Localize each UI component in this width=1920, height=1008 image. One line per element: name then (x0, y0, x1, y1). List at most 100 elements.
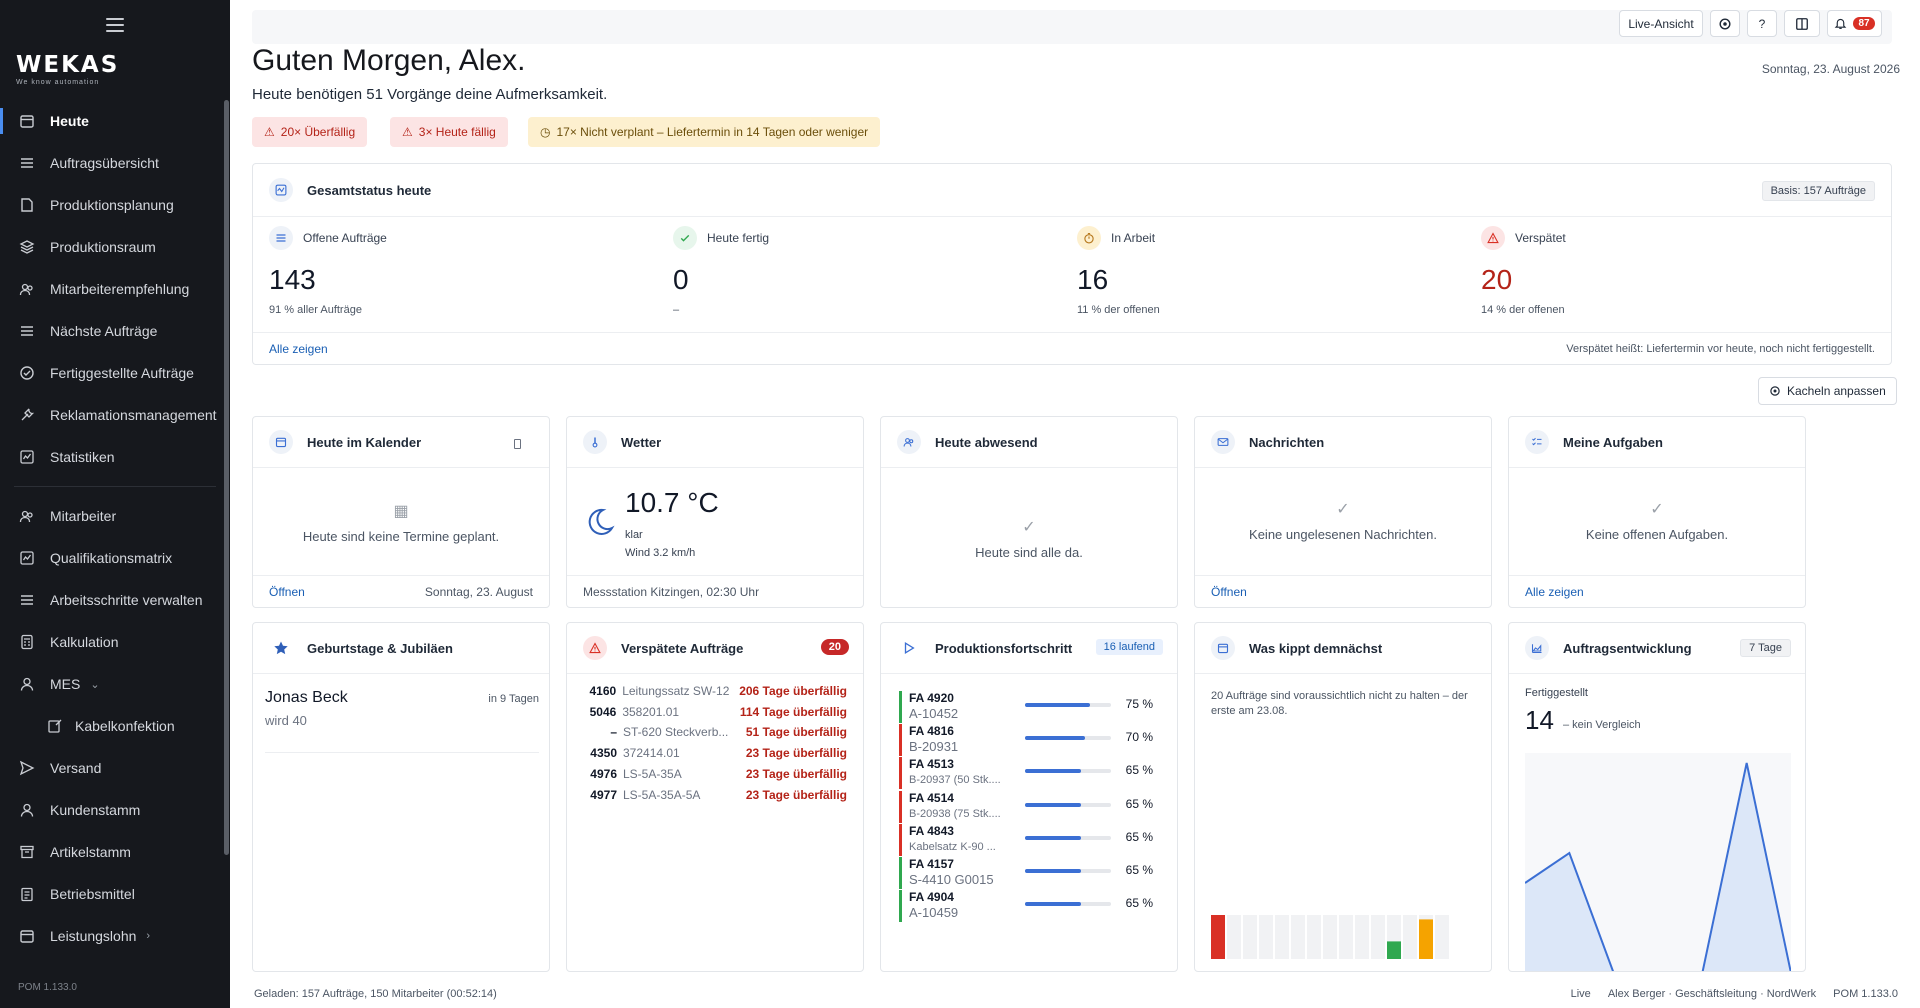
customize-tiles-button[interactable]: Kacheln anpassen (1758, 377, 1897, 405)
sidebar-item-label: Qualifikationsmatrix (50, 550, 173, 566)
article-number: Kabelsatz K-90 ... (909, 840, 996, 853)
trend-area-chart (1525, 753, 1791, 971)
panel-toggle-button[interactable] (1784, 10, 1820, 37)
sidebar-item-produktionsraum[interactable]: Produktionsraum (0, 226, 230, 268)
kpi-open-orders[interactable]: Offene Aufträge 143 91 % aller Aufträge (269, 226, 669, 316)
progress-bar (1025, 902, 1111, 907)
risk-bar-bg (1307, 915, 1321, 959)
sidebar-item-arbeitsschritte-verwalten[interactable]: Arbeitsschritte verwalten (0, 579, 230, 621)
list-item[interactable]: FA 4514 B-20938 (75 Stk.... 65 % (899, 789, 1163, 825)
table-row[interactable]: 4350 372414.01 23 Tage überfällig (585, 743, 847, 763)
progress-tile: Produktionsfortschritt 16 laufend FA 492… (880, 622, 1178, 972)
sidebar-item-kabelkonfektion[interactable]: Kabelkonfektion (0, 705, 230, 747)
notifications-button[interactable]: 87 (1827, 10, 1882, 37)
sidebar-item-kalkulation[interactable]: Kalkulation (0, 621, 230, 663)
sidebar-item-heute[interactable]: Heute (0, 100, 230, 142)
sidebar-item-mitarbeiter[interactable]: Mitarbeiter (0, 495, 230, 537)
play-icon (897, 636, 921, 660)
article-number: B-20938 (75 Stk.... (909, 807, 1001, 820)
progress-percent: 65 % (1125, 796, 1153, 811)
area-chart-icon (1525, 636, 1549, 660)
table-row[interactable]: 5046 358201.01 114 Tage überfällig (585, 702, 847, 722)
mobile-icon[interactable] (514, 439, 521, 449)
overdue-chip[interactable]: ⚠ 20× Überfällig (252, 117, 368, 147)
status-indicator (899, 757, 902, 790)
tasks-show-all-link[interactable]: Alle zeigen (1525, 585, 1584, 599)
list-item[interactable]: Jonas Beck wird 40 in 9 Tagen (265, 689, 539, 753)
kpi-late[interactable]: Verspätet 20 14 % der offenen (1481, 226, 1881, 316)
risk-bar-bg (1323, 915, 1337, 959)
star-icon (269, 636, 293, 660)
order-number: FA 4816 (909, 724, 954, 739)
kpi-in-progress[interactable]: In Arbeit 16 11 % der offenen (1077, 226, 1477, 316)
settings-button[interactable] (1710, 10, 1740, 37)
risk-bar (1419, 919, 1433, 959)
sidebar-scrollbar[interactable] (224, 100, 229, 855)
calendar-tile: Heute im Kalender ▦ Heute sind keine Ter… (252, 416, 550, 608)
sidebar-item-artikelstamm[interactable]: Artikelstamm (0, 831, 230, 873)
table-row[interactable]: 4976 LS-5A-35A 23 Tage überfällig (585, 764, 847, 784)
order-number: FA 4904 (909, 890, 954, 905)
overdue-desc: Leitungssatz SW-12 (622, 684, 730, 698)
table-row[interactable]: – ST-620 Steckverb... 51 Tage überfällig (585, 722, 847, 742)
list-item[interactable]: FA 4920 A-10452 75 % (899, 689, 1163, 725)
table-row[interactable]: 4977 LS-5A-35A-5A 23 Tage überfällig (585, 785, 847, 805)
help-button[interactable]: ? (1747, 10, 1777, 37)
overdue-late: 23 Tage überfällig (745, 766, 847, 781)
overdue-count-badge: 20 (820, 639, 849, 655)
sidebar-item-reklamationsmanagement[interactable]: Reklamationsmanagement (0, 394, 230, 436)
sidebar-item-versand[interactable]: Versand (0, 747, 230, 789)
unplanned-chip[interactable]: ◷ 17× Nicht verplant – Liefertermin in 14… (528, 117, 881, 147)
table-row[interactable]: 4160 Leitungssatz SW-12 206 Tage überfälli… (585, 681, 848, 701)
progress-bar (1025, 869, 1111, 873)
sidebar-item-label: Artikelstamm (50, 844, 131, 860)
menu-icon[interactable] (106, 18, 124, 32)
status-card-footer: Alle zeigen Verspätet heißt: Liefertermi… (253, 332, 1891, 364)
chevron-down-icon: ⌄ (90, 678, 100, 691)
sidebar-item-auftragsübersicht[interactable]: Auftragsübersicht (0, 142, 230, 184)
sidebar-item-leistungslohn[interactable]: Leistungslohn › (0, 915, 230, 957)
kpi-done-today[interactable]: Heute fertig 0 – (673, 226, 1073, 316)
sidebar-item-nächste-aufträge[interactable]: Nächste Aufträge (0, 310, 230, 352)
sidebar-item-qualifikationsmatrix[interactable]: Qualifikationsmatrix (0, 537, 230, 579)
sidebar-item-mes[interactable]: MES ⌄ (0, 663, 230, 705)
list-item[interactable]: FA 4513 B-20937 (50 Stk.... 65 % (899, 755, 1163, 791)
list-item[interactable]: FA 4157 S-4410 G0015 65 % (899, 855, 1163, 891)
sidebar-separator (14, 486, 216, 487)
sidebar-item-produktionsplanung[interactable]: Produktionsplanung (0, 184, 230, 226)
list-item[interactable]: FA 4904 A-10459 65 % (899, 888, 1163, 924)
progress-fill (1025, 703, 1090, 707)
progress-fill (1025, 902, 1081, 907)
progress-percent: 65 % (1125, 863, 1153, 877)
overdue-id: 4977 (590, 787, 617, 802)
sidebar-item-fertiggestellte-aufträge[interactable]: Fertiggestellte Aufträge (0, 352, 230, 394)
page-title: Guten Morgen, Alex. (252, 44, 526, 77)
risk-bar-bg (1227, 915, 1241, 959)
load-info: Geladen: 157 Aufträge, 150 Mitarbeiter (… (254, 988, 497, 1000)
messages-open-link[interactable]: Öffnen (1211, 585, 1247, 599)
calendar-open-link[interactable]: Öffnen (269, 585, 305, 599)
list-icon (21, 595, 33, 605)
sidebar-item-label: Produktionsplanung (50, 197, 174, 213)
tasks-tile: Meine Aufgaben ✓ Keine offenen Aufgaben.… (1508, 416, 1806, 608)
weather-station: Messstation Kitzingen, 02:30 Uhr (583, 584, 760, 599)
progress-bar (1025, 769, 1111, 774)
sidebar-item-kundenstamm[interactable]: Kundenstamm (0, 789, 230, 831)
live-view-button[interactable]: Live-Ansicht (1619, 10, 1703, 37)
calendar-empty-icon: ▦ (393, 503, 409, 520)
list-item[interactable]: FA 4816 B-20931 70 % (899, 722, 1163, 758)
due-today-chip[interactable]: ⚠ 3× Heute fällig (390, 117, 508, 147)
risk-bar (1387, 941, 1401, 959)
sidebar-item-mitarbeiterempfehlung[interactable]: Mitarbeiterempfehlung (0, 268, 230, 310)
sidebar-item-statistiken[interactable]: Statistiken (0, 436, 230, 478)
weather-wind: Wind 3.2 km/h (625, 547, 696, 559)
list-item[interactable]: FA 4843 Kabelsatz K-90 ... 65 % (899, 822, 1163, 858)
weather-condition: klar (625, 529, 643, 541)
check-circle-icon (20, 366, 34, 380)
sidebar-item-betriebsmittel[interactable]: Betriebsmittel (0, 873, 230, 915)
users-icon (897, 430, 921, 454)
activity-icon (269, 178, 293, 202)
progress-bar (1025, 736, 1111, 741)
progress-fill (1025, 736, 1086, 741)
status-show-all-link[interactable]: Alle zeigen (269, 342, 328, 356)
